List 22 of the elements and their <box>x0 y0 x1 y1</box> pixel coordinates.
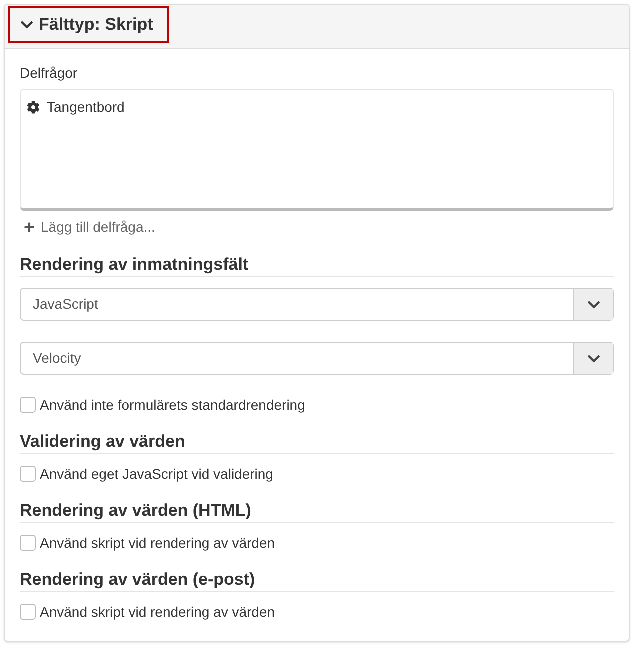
section-heading: Validering av värden <box>20 432 186 452</box>
dropdown-toggle[interactable] <box>573 343 613 374</box>
section-heading: Rendering av värden (HTML) <box>20 501 252 521</box>
select-field[interactable]: JavaScript <box>20 288 614 321</box>
add-subquestion-link[interactable]: Lägg till delfråga... <box>20 219 156 235</box>
checkbox[interactable] <box>20 604 36 620</box>
checkbox-label[interactable]: Använd eget JavaScript vid validering <box>40 464 274 484</box>
section-heading: Rendering av värden (e-post) <box>20 570 256 590</box>
plus-icon <box>24 222 35 232</box>
gear-icon <box>27 100 40 114</box>
field-type-toggle[interactable]: Fälttyp: Skript <box>8 6 170 43</box>
checkbox-label[interactable]: Använd skript vid rendering av värden <box>40 532 276 554</box>
checkbox[interactable] <box>20 466 36 482</box>
list-item[interactable]: Tangentbord <box>27 97 125 117</box>
checkbox-label[interactable]: Använd skript vid rendering av värden <box>40 602 276 622</box>
select-field[interactable]: Velocity <box>20 342 614 375</box>
field-label: Delfrågor <box>20 65 79 81</box>
checkbox-label[interactable]: Använd inte formulärets standardrendering <box>40 394 306 416</box>
checkbox[interactable] <box>20 397 36 413</box>
dropdown-toggle[interactable] <box>573 289 613 320</box>
section-heading: Rendering av inmatningsfält <box>20 255 249 275</box>
checkbox[interactable] <box>20 535 36 551</box>
